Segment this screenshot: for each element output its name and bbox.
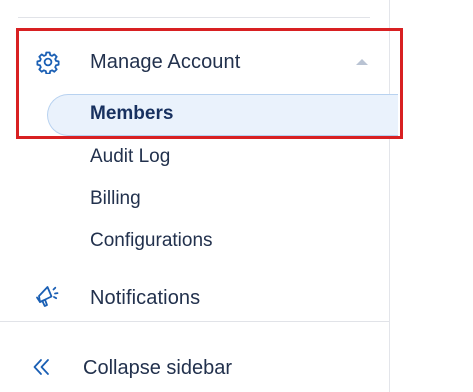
double-chevron-left-icon	[30, 355, 54, 379]
sidebar-subitem-label: Members	[90, 103, 174, 124]
sidebar-item-label: Notifications	[90, 286, 201, 309]
collapse-sidebar-label: Collapse sidebar	[83, 357, 232, 379]
divider	[0, 321, 389, 322]
sidebar-subitem-configurations[interactable]: Configurations	[90, 230, 213, 252]
megaphone-icon	[34, 284, 62, 312]
sidebar-item-manage-account[interactable]: Manage Account	[0, 41, 389, 83]
sidebar-subitem-billing[interactable]: Billing	[90, 188, 141, 210]
sidebar-item-notifications[interactable]: Notifications	[0, 277, 389, 319]
chevron-up-icon[interactable]	[356, 59, 368, 65]
collapse-sidebar-button[interactable]: Collapse sidebar	[0, 347, 389, 389]
divider	[18, 17, 370, 18]
gear-icon	[34, 48, 62, 76]
sidebar-subitem-audit-log[interactable]: Audit Log	[90, 146, 170, 168]
sidebar-item-label: Manage Account	[90, 50, 241, 73]
sidebar: Manage Account Members Audit Log Billing…	[0, 0, 398, 392]
